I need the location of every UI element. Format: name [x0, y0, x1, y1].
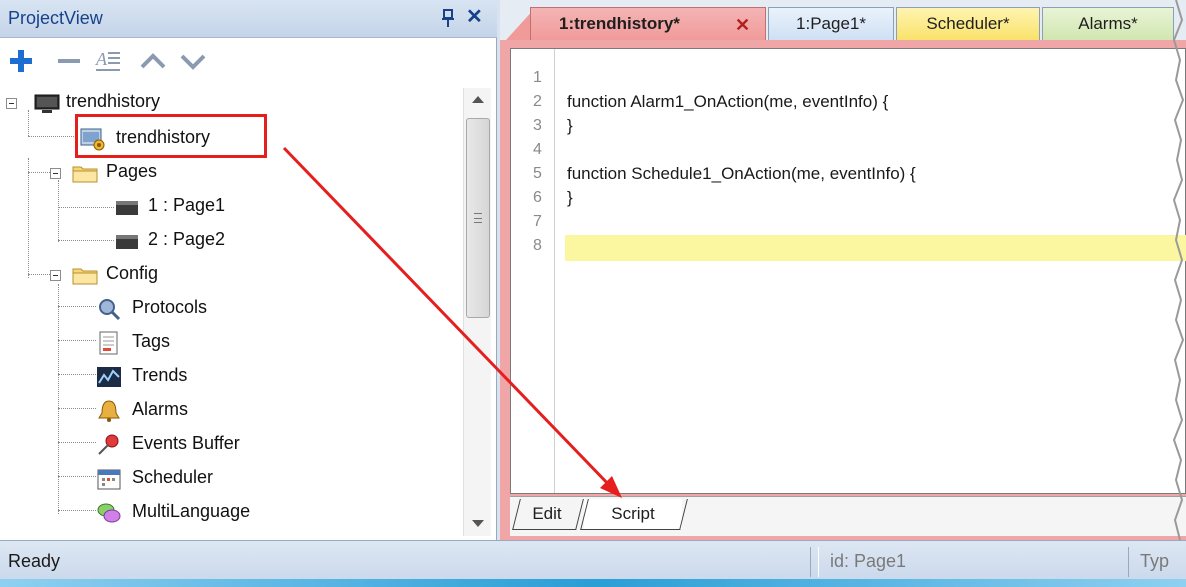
line-number: 1: [533, 69, 542, 86]
tree-item-config-folder[interactable]: Config: [50, 260, 190, 292]
tags-icon: [99, 331, 118, 355]
code-line: }: [567, 116, 573, 135]
tree-label-pages: Pages: [106, 161, 158, 181]
tab-script[interactable]: Script: [584, 499, 682, 529]
editor-mode-tabs: Edit Script: [510, 496, 1186, 536]
monitor-icon: [34, 94, 60, 113]
tree-label-page: 2 : Page2: [148, 229, 226, 249]
line-number: 5: [533, 165, 542, 182]
properties-icon[interactable]: A: [94, 45, 124, 77]
tree-label-scheduler: Scheduler: [132, 467, 214, 487]
tree-label-page: 1 : Page1: [148, 195, 226, 215]
tab-alarms[interactable]: Alarms*: [1042, 7, 1174, 40]
page-icon: [116, 201, 138, 215]
code-line: function Alarm1_OnAction(me, eventInfo) …: [567, 92, 889, 111]
status-id: id: Page1: [830, 551, 907, 571]
line-number-gutter: 1 2 3 4 5 6 7 8: [511, 49, 555, 493]
tab-close-icon[interactable]: ✕: [735, 15, 750, 36]
panel-header: ProjectView ✕: [0, 0, 497, 38]
scroll-thumb[interactable]: [466, 118, 490, 318]
line-number: 8: [533, 237, 542, 254]
calendar-icon: [97, 469, 121, 490]
close-icon[interactable]: ✕: [466, 7, 483, 27]
tree-item-pages-folder[interactable]: Pages: [50, 158, 190, 190]
line-number: 4: [533, 141, 542, 158]
tree-item-events-buffer[interactable]: Events Buffer: [96, 430, 296, 462]
pushpin-icon: [98, 434, 119, 455]
pin-icon[interactable]: [441, 8, 455, 28]
status-type: Typ: [1140, 551, 1170, 571]
code-line: function Schedule1_OnAction(me, eventInf…: [567, 164, 916, 183]
current-line-highlight: [565, 235, 1186, 261]
tree-item-scheduler[interactable]: Scheduler: [96, 464, 276, 496]
tree-item-page[interactable]: 1 : Page1: [114, 192, 264, 224]
tab-label: Scheduler*: [926, 14, 1010, 33]
project-view-panel: ProjectView ✕ A trendhistory trendhistor…: [0, 0, 497, 540]
tree-label-config: Config: [106, 263, 159, 283]
collapse-icon[interactable]: [50, 168, 61, 179]
line-number: 2: [533, 93, 542, 110]
tree-label-alarms: Alarms: [132, 399, 189, 419]
tree-item-protocols[interactable]: Protocols: [96, 294, 276, 326]
annotation-highlight-box: [75, 114, 267, 158]
svg-text:A: A: [95, 49, 108, 69]
scroll-down-icon[interactable]: [472, 520, 484, 527]
bell-icon: [98, 400, 120, 422]
torn-edge: [1172, 0, 1185, 540]
tree-item-multilanguage[interactable]: MultiLanguage: [96, 498, 306, 530]
tab-scheduler[interactable]: Scheduler*: [896, 7, 1040, 40]
tab-label: Alarms*: [1078, 14, 1138, 33]
project-toolbar: A: [0, 39, 497, 85]
collapse-icon[interactable]: [50, 270, 61, 281]
chat-bubbles-icon: [97, 503, 121, 523]
collapse-icon[interactable]: [6, 98, 17, 109]
folder-icon: [72, 166, 98, 183]
line-number: 6: [533, 189, 542, 206]
tab-label: Script: [611, 504, 655, 523]
trends-icon: [97, 367, 121, 387]
tab-page1[interactable]: 1:Page1*: [768, 7, 894, 40]
scroll-up-icon[interactable]: [472, 96, 484, 103]
tree-item-page[interactable]: 2 : Page2: [114, 226, 264, 258]
editor-pane: 1:trendhistory* ✕ 1:Page1* Scheduler* Al…: [500, 0, 1186, 540]
window-frame-edge: [0, 579, 1186, 587]
tree-label-events-buffer: Events Buffer: [132, 433, 240, 453]
tab-label: Edit: [532, 504, 562, 523]
tree-item-trends[interactable]: Trends: [96, 362, 276, 394]
tab-edit[interactable]: Edit: [516, 499, 578, 529]
move-up-icon[interactable]: [138, 45, 168, 77]
document-tabs: 1:trendhistory* ✕ 1:Page1* Scheduler* Al…: [500, 0, 1186, 40]
tab-trendhistory[interactable]: 1:trendhistory* ✕: [530, 7, 766, 40]
tree-label-multilanguage: MultiLanguage: [132, 501, 251, 521]
script-editor[interactable]: 1 2 3 4 5 6 7 8 function Alarm1_OnAction…: [510, 48, 1186, 494]
tab-label: 1:trendhistory*: [559, 14, 680, 33]
tab-label: 1:Page1*: [796, 14, 866, 33]
line-number: 3: [533, 117, 542, 134]
line-number: 7: [533, 213, 542, 230]
code-line: }: [567, 188, 573, 207]
protocols-icon: [99, 299, 121, 321]
tree-scrollbar[interactable]: [463, 88, 491, 536]
tree-label-protocols: Protocols: [132, 297, 208, 317]
move-down-icon[interactable]: [178, 45, 208, 77]
remove-icon[interactable]: [54, 45, 84, 77]
tree-label-root: trendhistory: [66, 91, 161, 111]
add-icon[interactable]: [6, 45, 36, 77]
tree-item-alarms[interactable]: Alarms: [96, 396, 276, 428]
tree-label-tags: Tags: [132, 331, 171, 351]
page-icon: [116, 235, 138, 249]
panel-title: ProjectView: [8, 8, 103, 28]
tree-label-trends: Trends: [132, 365, 188, 385]
tree-item-tags[interactable]: Tags: [96, 328, 276, 360]
folder-icon: [72, 268, 98, 285]
status-text: Ready: [8, 551, 61, 571]
